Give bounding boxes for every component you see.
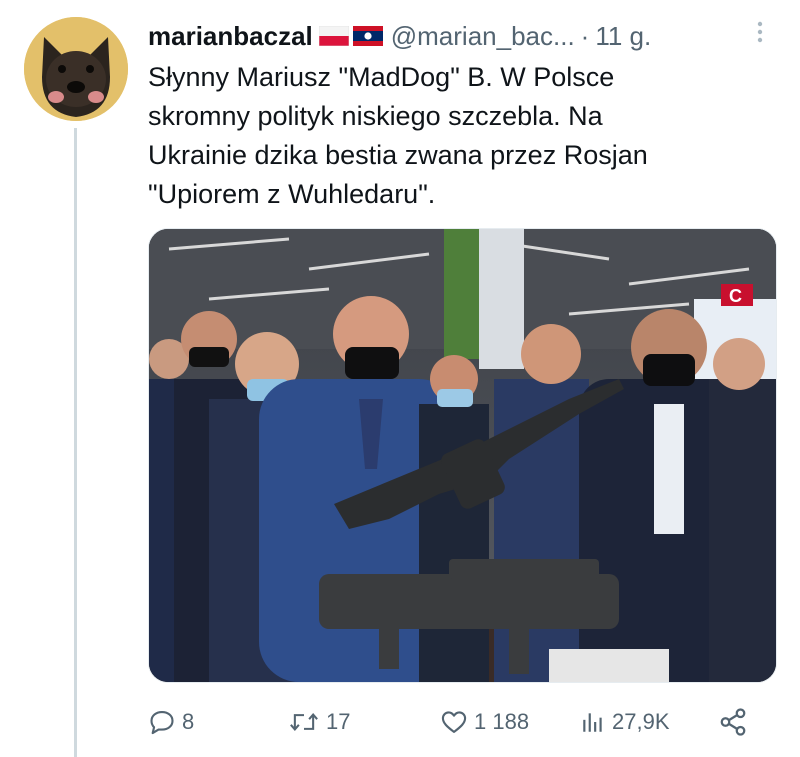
tweet-media-photo[interactable]: C (148, 228, 777, 683)
retweet-count: 17 (326, 709, 351, 734)
separator-dot: · (580, 20, 590, 51)
views-icon (583, 713, 602, 732)
share-icon (720, 708, 746, 736)
retweet-button[interactable]: 17 (288, 700, 350, 744)
laos-flag-icon (352, 26, 383, 46)
share-button[interactable] (718, 700, 748, 744)
poland-flag-icon (318, 26, 349, 46)
like-count: 1 188 (474, 709, 530, 734)
avatar[interactable] (24, 17, 128, 121)
like-icon (441, 711, 467, 733)
tweet-text-line: Ukrainie dzika bestia zwana przez Rosjan (148, 140, 648, 170)
retweet-icon (290, 713, 318, 731)
views-count: 27,9K (612, 709, 670, 734)
tweet-time[interactable]: 11 g. (595, 21, 651, 52)
tweet-actions-bar: 8 17 1 188 27,9K (148, 700, 778, 744)
reply-count: 8 (182, 709, 195, 734)
tweet-text-line: "Upiorem z Wuhledaru". (148, 179, 436, 209)
more-options-icon (757, 21, 763, 43)
thread-line (74, 128, 77, 757)
reply-icon (150, 711, 174, 735)
media-photo-illustration: C (149, 229, 776, 682)
avatar-wolf-image (24, 17, 128, 121)
user-handle[interactable]: @marian_bac... (391, 21, 575, 52)
booth-sign-text: C (729, 286, 742, 306)
reply-button[interactable]: 8 (148, 700, 194, 744)
views-button[interactable]: 27,9K (580, 700, 670, 744)
display-name[interactable]: marianbaczal (148, 21, 313, 52)
more-options-button[interactable] (750, 18, 770, 48)
like-button[interactable]: 1 188 (440, 700, 529, 744)
tweet-text-line: skromny polityk niskiego szczebla. Na (148, 101, 603, 131)
tweet-header: marianbaczal @marian_bac... · 11 g. (148, 16, 651, 56)
tweet-text: Słynny Mariusz "MadDog" B. W Polsce skro… (148, 58, 768, 214)
tweet-text-line: Słynny Mariusz "MadDog" B. W Polsce (148, 62, 615, 92)
